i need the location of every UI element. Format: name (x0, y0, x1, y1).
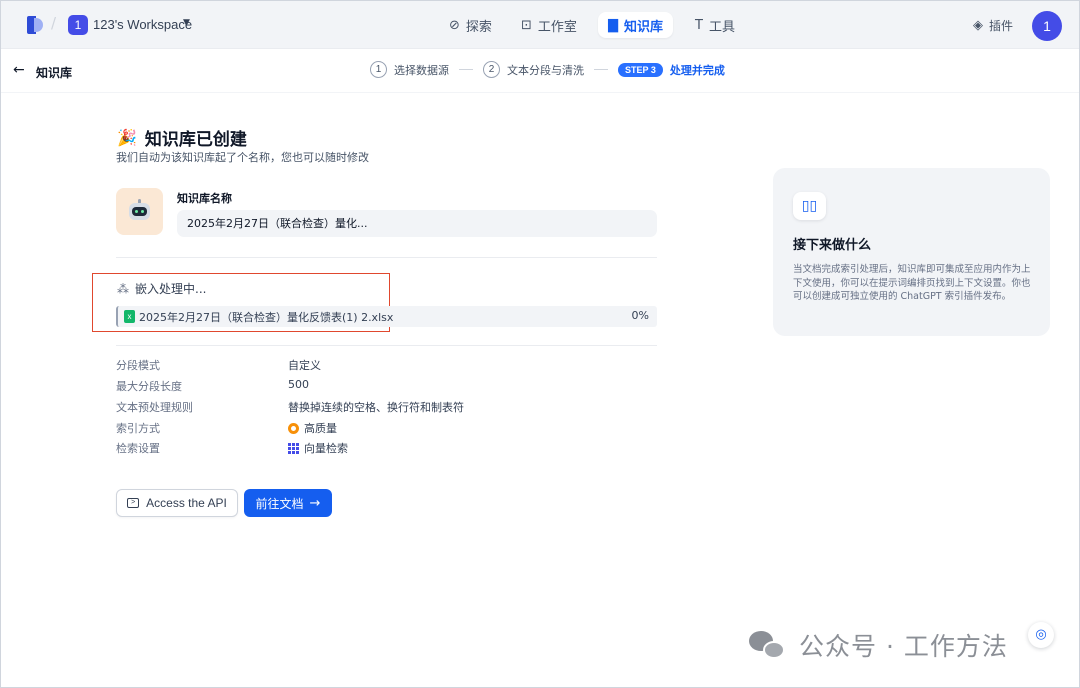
step-3-badge: STEP 3 (618, 62, 663, 77)
access-api-label: Access the API (146, 496, 227, 510)
meta-key-preprocess: 文本预处理规则 (116, 401, 193, 414)
cube-icon: ◈ (973, 18, 983, 33)
breadcrumb-separator: / (51, 14, 57, 32)
open-book-icon: ▯▯ (793, 192, 826, 220)
nav-explore-label: 探索 (465, 19, 492, 35)
app-logo-icon[interactable] (27, 16, 43, 34)
meta-value-segment-mode: 自定义 (288, 359, 321, 372)
arrow-right-icon: → (309, 495, 321, 511)
meta-key-index-mode: 索引方式 (116, 422, 160, 435)
top-navigation-bar: / 1 123's Workspace ▼ ⊘ 探索 ⊡ 工作室 ▇ 知识库 T… (1, 1, 1079, 49)
step-divider (594, 69, 608, 70)
created-heading: 🎉 知识库已创建 (117, 125, 247, 150)
vector-grid-icon (288, 442, 299, 454)
nav-tools[interactable]: T 工具 (685, 12, 745, 38)
wechat-icon (749, 629, 787, 661)
step-header: ← 知识库 1 选择数据源 2 文本分段与清洗 STEP 3 处理并完成 (1, 49, 1079, 93)
nav-explore[interactable]: ⊘ 探索 (439, 12, 502, 38)
nav-tools-label: 工具 (708, 19, 735, 35)
knowledge-avatar[interactable] (116, 188, 163, 235)
excel-file-icon: x (124, 310, 135, 323)
chevron-down-icon[interactable]: ▼ (183, 18, 190, 28)
meta-key-max-length: 最大分段长度 (116, 380, 182, 393)
kb-name-input[interactable]: 2025年2月27日（联合检查）量化... (177, 210, 657, 237)
created-subheading: 我们自动为该知识库起了个名称，您也可以随时修改 (116, 151, 369, 164)
plugin-label: 插件 (989, 19, 1014, 33)
help-chat-button[interactable]: ◎ (1028, 622, 1054, 648)
spinner-icon: ⁂ (117, 281, 129, 296)
step-1-number: 1 (370, 61, 387, 78)
quality-badge-icon (288, 422, 299, 434)
back-arrow-icon[interactable]: ← (13, 62, 25, 78)
file-progress-row: x 2025年2月27日（联合检查）量化反馈表(1) 2.xlsx 0% (116, 306, 657, 327)
nav-studio[interactable]: ⊡ 工作室 (511, 12, 587, 38)
nav-knowledge[interactable]: ▇ 知识库 (598, 12, 674, 38)
meta-value-retrieval: 向量检索 (288, 440, 348, 456)
file-progress-percent: 0% (631, 309, 649, 322)
book-icon: ▇ (608, 17, 618, 33)
divider (116, 257, 657, 258)
workspace-name[interactable]: 123's Workspace (93, 17, 192, 32)
app-window: / 1 123's Workspace ▼ ⊘ 探索 ⊡ 工作室 ▇ 知识库 T… (0, 0, 1080, 688)
hammer-icon: T (695, 17, 703, 33)
meta-value-max-length: 500 (288, 378, 309, 391)
terminal-icon: > (127, 498, 140, 508)
file-name: 2025年2月27日（联合检查）量化反馈表(1) 2.xlsx (139, 311, 394, 324)
step-indicator: 1 选择数据源 2 文本分段与清洗 STEP 3 处理并完成 (370, 61, 725, 78)
watermark: 公众号 · 工作方法 (749, 627, 1008, 663)
meta-value-index-mode: 高质量 (288, 420, 337, 436)
access-api-button[interactable]: > Access the API (116, 489, 238, 517)
step-2-label: 文本分段与清洗 (507, 63, 584, 77)
meta-key-segment-mode: 分段模式 (116, 359, 160, 372)
watermark-text: 公众号 · 工作方法 (799, 632, 1008, 661)
processing-status: ⁂ 嵌入处理中... (117, 280, 206, 297)
meta-value-preprocess: 替换掉连续的空格、换行符和制表符 (288, 401, 464, 414)
user-avatar[interactable]: 1 (1032, 11, 1062, 41)
next-steps-card: ▯▯ 接下来做什么 当文档完成索引处理后，知识库即可集成至应用内作为上下文使用，… (773, 168, 1050, 336)
meta-value-retrieval-text: 向量检索 (304, 442, 348, 455)
workspace-badge[interactable]: 1 (68, 15, 88, 35)
plugin-button[interactable]: ◈ 插件 (973, 17, 1013, 34)
kb-name-label: 知识库名称 (177, 192, 232, 205)
step-divider (459, 69, 473, 70)
step-3-label: 处理并完成 (669, 63, 725, 77)
go-to-document-label: 前往文档 (255, 496, 304, 511)
next-steps-title: 接下来做什么 (793, 238, 872, 253)
robot-icon: ⊡ (521, 17, 532, 33)
step-1-label: 选择数据源 (394, 63, 449, 77)
meta-value-index-mode-text: 高质量 (304, 422, 337, 435)
nav-knowledge-label: 知识库 (624, 19, 664, 35)
divider (116, 345, 657, 346)
processing-status-text: 嵌入处理中... (135, 282, 207, 296)
nav-studio-label: 工作室 (537, 19, 577, 35)
party-popper-icon: 🎉 (117, 128, 137, 147)
robot-icon (128, 199, 151, 223)
compass-icon: ⊘ (449, 17, 460, 33)
created-heading-text: 知识库已创建 (144, 130, 247, 150)
page-title: 知识库 (36, 66, 73, 80)
meta-key-retrieval: 检索设置 (116, 442, 160, 455)
step-2-number: 2 (483, 61, 500, 78)
go-to-document-button[interactable]: 前往文档 → (244, 489, 332, 517)
next-steps-description: 当文档完成索引处理后，知识库即可集成至应用内作为上下文使用，你可以在提示词编排页… (793, 264, 1031, 302)
